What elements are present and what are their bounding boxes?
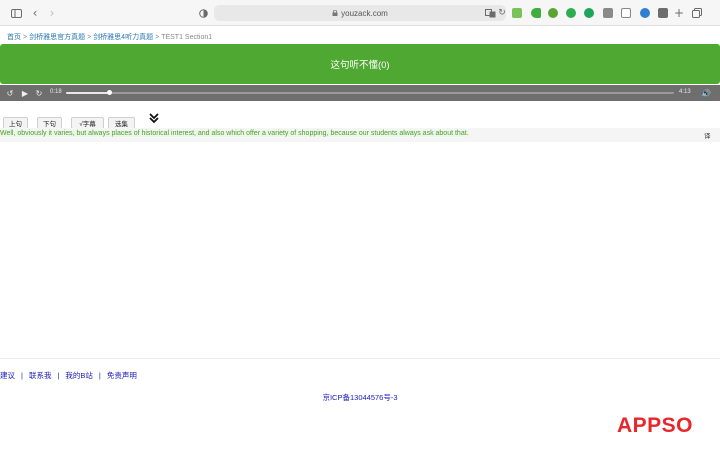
icp-license-link[interactable]: 京ICP备13044576号-3 <box>0 392 720 403</box>
browser-toolbar: ‹ › youzack.com ↻ + <box>0 0 720 26</box>
url-text: youzack.com <box>341 8 388 18</box>
footer-link-contact[interactable]: 联系我 <box>29 371 52 380</box>
prev-sentence-label: 上句 <box>9 121 22 128</box>
footer-divider <box>0 358 720 359</box>
appso-watermark-logo: APPSO <box>617 414 694 437</box>
footer-link-disclaimer[interactable]: 免责声明 <box>107 371 137 380</box>
back-icon[interactable]: ‹ <box>31 6 39 20</box>
footer-link-bilibili[interactable]: 我的B站 <box>65 371 93 380</box>
reload-icon[interactable]: ↻ <box>498 6 506 20</box>
select-episode-label: 选集 <box>115 121 128 128</box>
extension-globe-icon[interactable] <box>640 8 650 18</box>
footer-link-suggestion[interactable]: 建议 <box>0 371 15 380</box>
extension-play-icon[interactable] <box>531 8 541 18</box>
breadcrumb-separator: > <box>155 34 160 41</box>
next-sentence-label: 下句 <box>43 121 56 128</box>
footer-separator: | <box>57 371 60 380</box>
extension-grid-icon[interactable] <box>603 8 613 18</box>
extension-leaf-icon[interactable] <box>548 8 558 18</box>
subtitle-toggle-label: √字幕 <box>79 121 96 128</box>
tab-overview-icon[interactable] <box>692 6 702 20</box>
address-bar[interactable]: youzack.com <box>214 5 506 21</box>
dont-understand-button[interactable]: 这句听不懂(0) <box>0 44 720 84</box>
breadcrumb-cambridge-4-listening[interactable]: 剑桥雅思4听力真题 <box>93 34 153 41</box>
breadcrumb: 首页 > 剑桥雅思官方真题 > 剑桥雅思4听力真题 > TEST1 Section1 <box>7 32 212 42</box>
breadcrumb-current: TEST1 Section1 <box>161 34 213 41</box>
extension-reader-icon[interactable] <box>512 8 522 18</box>
new-tab-icon[interactable]: + <box>674 6 684 20</box>
rewind-icon[interactable]: ↺ <box>5 88 15 98</box>
sidebar-toggle-icon[interactable] <box>10 6 22 20</box>
footer-separator: | <box>21 371 23 380</box>
lock-icon <box>332 10 338 16</box>
progress-track[interactable] <box>66 90 674 95</box>
share-icon[interactable] <box>658 8 668 18</box>
footer-separator: | <box>98 371 101 380</box>
audio-player: ↺ ▶ ↻ 0:18 4:13 🔊 <box>0 85 720 101</box>
privacy-shield-icon[interactable] <box>198 6 208 20</box>
translate-icon[interactable] <box>484 6 496 20</box>
extension-grammarly-icon[interactable] <box>584 8 594 18</box>
forward-icon[interactable]: › <box>48 6 56 20</box>
volume-icon[interactable]: 🔊 <box>701 88 711 98</box>
dont-understand-label: 这句听不懂(0) <box>330 60 390 71</box>
current-time: 0:18 <box>50 89 62 95</box>
duration: 4:13 <box>679 89 691 95</box>
progress-fill <box>66 92 110 94</box>
extension-record-icon[interactable] <box>566 8 576 18</box>
breadcrumb-separator: > <box>87 34 92 41</box>
breadcrumb-cambridge-official[interactable]: 剑桥雅思官方真题 <box>29 34 85 41</box>
play-icon[interactable]: ▶ <box>20 88 30 98</box>
breadcrumb-home[interactable]: 首页 <box>7 34 21 41</box>
forward-skip-icon[interactable]: ↻ <box>34 88 44 98</box>
progress-thumb[interactable] <box>107 90 113 95</box>
expand-double-chevron-icon[interactable] <box>148 112 160 124</box>
footer-links: 建议 | 联系我 | 我的B站 | 免责声明 <box>0 370 137 381</box>
subtitle-sentence[interactable]: Well, obviously it varies, but always pl… <box>0 130 469 137</box>
extension-ec-icon[interactable] <box>621 8 631 18</box>
breadcrumb-separator: > <box>23 34 28 41</box>
translate-button[interactable]: 译 <box>704 130 711 140</box>
